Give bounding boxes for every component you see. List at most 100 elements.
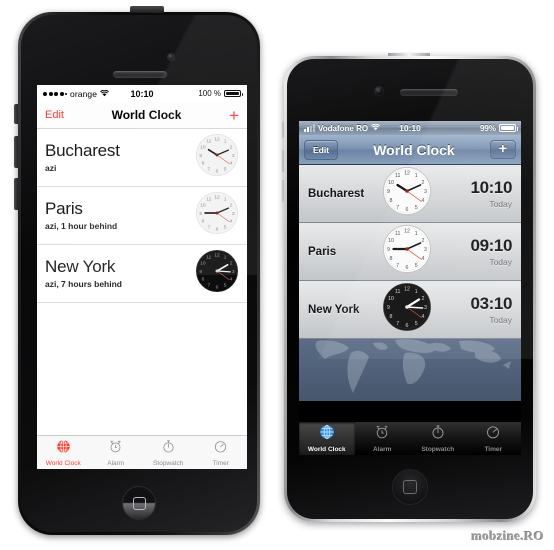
svg-text:7: 7	[208, 167, 211, 173]
svg-text:2: 2	[230, 203, 233, 209]
svg-text:3: 3	[232, 211, 235, 217]
status-bar-ios6: Vodafone RO 10:10 99%	[299, 121, 521, 135]
table-row[interactable]: Paris azi, 1 hour behind 12 1 2 345 678 9	[37, 187, 247, 245]
iphone-4s-device: Vodafone RO 10:10 99% Edit World Clock +	[280, 53, 536, 522]
city-offset-label: azi, 1 hour behind	[45, 220, 118, 231]
svg-text:4: 4	[230, 219, 233, 225]
tab-label: Stopwatch	[153, 459, 184, 467]
svg-text:1: 1	[224, 255, 227, 261]
city-name: New York	[45, 257, 116, 277]
svg-text:10: 10	[388, 238, 394, 244]
home-button[interactable]	[122, 486, 156, 520]
tab-stopwatch[interactable]: Stopwatch	[142, 436, 195, 469]
svg-text:10: 10	[388, 180, 394, 186]
svg-text:11: 11	[206, 139, 211, 145]
svg-text:8: 8	[390, 198, 393, 204]
svg-text:6: 6	[406, 207, 409, 213]
home-button[interactable]	[392, 469, 428, 505]
svg-text:12: 12	[404, 171, 410, 177]
volume-down-button[interactable]	[14, 178, 18, 210]
battery-icon	[224, 89, 243, 98]
svg-text:1: 1	[415, 289, 418, 295]
tab-label: Timer	[484, 446, 503, 453]
svg-text:8: 8	[202, 219, 205, 225]
svg-text:11: 11	[395, 289, 401, 295]
svg-text:5: 5	[224, 283, 227, 289]
svg-text:9: 9	[199, 269, 202, 275]
svg-text:8: 8	[390, 256, 393, 262]
svg-text:12: 12	[404, 287, 410, 293]
tab-world-clock[interactable]: World Clock	[37, 436, 90, 469]
svg-text:5: 5	[415, 321, 418, 327]
tab-stopwatch[interactable]: Stopwatch	[410, 422, 466, 455]
table-row[interactable]: Bucharest 12 1 2 345 678 9 10 11 10:10 T…	[299, 165, 521, 223]
city-name: Bucharest	[308, 187, 365, 200]
edit-button[interactable]: Edit	[45, 109, 64, 121]
svg-text:3: 3	[232, 269, 235, 275]
edit-button[interactable]: Edit	[304, 139, 339, 160]
svg-text:11: 11	[206, 255, 211, 261]
table-row[interactable]: Paris 12 1 2 345 678 9 10 11 09:10 Today	[299, 223, 521, 281]
tab-world-clock[interactable]: World Clock	[299, 422, 355, 455]
city-time: 09:10	[470, 235, 513, 255]
table-row[interactable]: New York azi, 7 hours behind 12 1 2 3 45 67…	[37, 245, 247, 303]
svg-text:11: 11	[395, 173, 401, 179]
svg-text:10: 10	[388, 296, 394, 302]
city-name: New York	[308, 303, 360, 316]
city-day-label: Today	[489, 314, 512, 325]
svg-text:8: 8	[202, 277, 205, 283]
alarm-clock-icon	[108, 439, 123, 459]
svg-text:9: 9	[387, 247, 390, 253]
svg-text:10: 10	[200, 145, 206, 151]
globe-icon	[56, 439, 71, 459]
city-offset-label: azi, 7 hours behind	[45, 278, 122, 289]
timer-icon	[213, 439, 228, 459]
svg-text:10: 10	[200, 203, 206, 209]
volume-down-button[interactable]	[280, 180, 284, 202]
tab-timer[interactable]: Timer	[466, 422, 522, 455]
nav-bar-ios6: Edit World Clock +	[299, 135, 521, 165]
tab-alarm[interactable]: Alarm	[355, 422, 411, 455]
timer-icon	[485, 424, 501, 445]
mute-switch[interactable]	[280, 122, 284, 138]
svg-text:7: 7	[396, 263, 399, 269]
svg-text:9: 9	[199, 153, 202, 159]
world-map-background	[299, 339, 521, 401]
svg-text:9: 9	[387, 305, 390, 311]
svg-text:1: 1	[415, 173, 418, 179]
svg-text:5: 5	[415, 205, 418, 211]
svg-text:6: 6	[216, 169, 219, 175]
world-clock-list: Bucharest 12 1 2 345 678 9 10 11 10:10 T…	[299, 165, 521, 339]
svg-text:3: 3	[424, 305, 427, 311]
table-row[interactable]: New York 12 1 2 345 678 9 10 11 03:10 To…	[299, 281, 521, 339]
power-button[interactable]	[130, 6, 164, 13]
tab-label: World Clock	[45, 459, 81, 467]
add-city-button[interactable]: +	[229, 107, 239, 124]
analog-clock-night-icon: 12 1 2 345 678 9 10 11	[195, 249, 239, 298]
city-name: Paris	[308, 245, 337, 258]
city-day-label: Today	[489, 256, 512, 267]
mute-switch[interactable]	[14, 104, 18, 124]
page-title: World Clock	[111, 108, 182, 122]
tab-timer[interactable]: Timer	[195, 436, 248, 469]
svg-text:6: 6	[216, 285, 219, 291]
svg-text:11: 11	[206, 197, 211, 203]
table-row[interactable]: Bucharest azi 12 1 2 345 678 9 10 11	[37, 129, 247, 187]
volume-up-button[interactable]	[280, 150, 284, 172]
power-button[interactable]	[388, 53, 430, 56]
rounded-square-icon	[403, 480, 417, 494]
city-name: Bucharest	[45, 141, 120, 161]
tab-alarm[interactable]: Alarm	[90, 436, 143, 469]
screenshot-canvas: orange 10:10 100 % Edit World Clock + Bu…	[0, 0, 554, 550]
add-city-button[interactable]: +	[489, 139, 516, 160]
svg-text:5: 5	[224, 167, 227, 173]
battery-percent-label: 99%	[479, 123, 496, 133]
volume-up-button[interactable]	[14, 136, 18, 168]
city-offset-label: azi	[45, 162, 57, 173]
tab-bar-ios6: World Clock Alarm Stopwatch Timer	[299, 421, 521, 455]
svg-text:4: 4	[230, 277, 233, 283]
analog-clock-icon: 12 1 2 345 678 9 10 11	[195, 133, 239, 182]
front-camera-icon	[374, 86, 384, 96]
tab-label: Alarm	[373, 446, 392, 453]
svg-text:8: 8	[202, 161, 205, 167]
